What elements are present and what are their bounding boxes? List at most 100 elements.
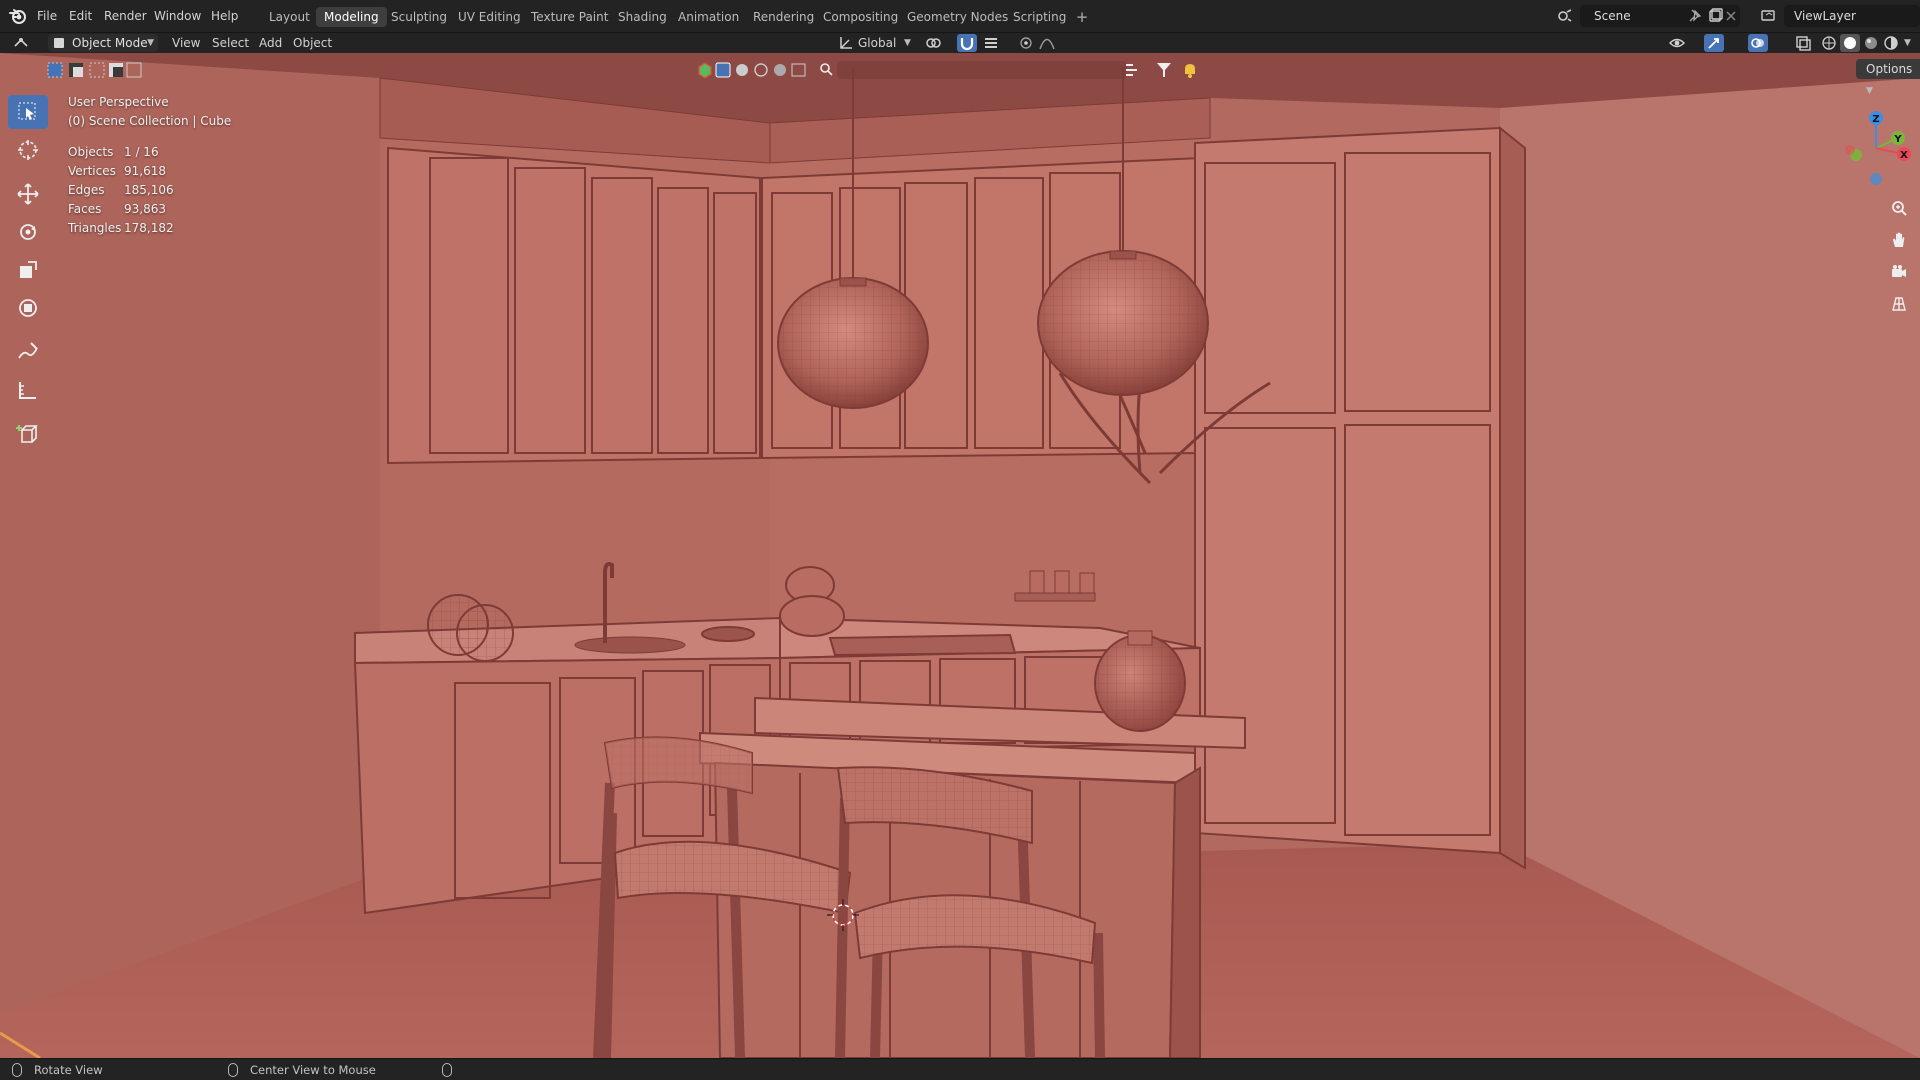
perspective-toggle-button[interactable]	[1886, 291, 1912, 317]
grid-icon	[1892, 297, 1906, 311]
stat-label: Vertices	[68, 164, 116, 178]
status-bar: Rotate View Center View to Mouse	[0, 1058, 1920, 1080]
tool-cursor[interactable]	[8, 133, 48, 167]
selection-mode-icons[interactable]	[47, 61, 142, 79]
menu-help[interactable]: Help	[211, 0, 238, 33]
view-perspective-label: User Perspective	[68, 95, 169, 109]
chevron-down-icon: ▼	[147, 38, 154, 48]
axis-y-label: Y	[1893, 134, 1902, 145]
tool-transform[interactable]	[8, 291, 48, 325]
3d-viewport[interactable]: Options ▼ User Perspective (0) Scene Col…	[0, 53, 1920, 1058]
tab-animation[interactable]: Animation	[670, 7, 747, 27]
kitchen-scene	[0, 53, 1920, 1058]
xray-icon[interactable]	[1794, 34, 1812, 52]
axis-x-label: X	[1900, 150, 1908, 161]
tab-texture-paint[interactable]: Texture Paint	[523, 7, 616, 27]
mode-selector[interactable]: Object Mode ▼	[48, 34, 158, 52]
visibility-icon[interactable]	[1668, 34, 1686, 52]
tab-rendering[interactable]: Rendering	[745, 7, 822, 27]
tool-scale[interactable]	[8, 253, 48, 287]
object-type-visibility-icons[interactable]	[697, 61, 807, 79]
tab-layout[interactable]: Layout	[261, 7, 318, 27]
zoom-button[interactable]	[1886, 195, 1912, 221]
menu-file[interactable]: File	[37, 0, 57, 33]
stat-label: Edges	[68, 183, 105, 197]
viewport-statistics: User Perspective (0) Scene Collection | …	[68, 93, 231, 238]
tool-measure[interactable]	[8, 373, 48, 407]
stat-value: 185,106	[124, 183, 174, 197]
pivot-icon[interactable]	[924, 34, 942, 52]
overlays-toggle[interactable]	[1748, 34, 1768, 52]
solid-shading-toggle[interactable]	[1840, 34, 1860, 52]
add-cube-icon	[16, 425, 38, 443]
zoom-icon	[1892, 201, 1907, 216]
snap-target-icon[interactable]	[982, 34, 1000, 52]
tab-compositing[interactable]: Compositing	[815, 7, 906, 27]
mouse-right-icon	[442, 1063, 452, 1077]
mode-label: Object Mode	[72, 36, 148, 50]
stat-value: 178,182	[124, 221, 174, 235]
notification-icon[interactable]	[1181, 61, 1199, 79]
pin-icon[interactable]	[1686, 7, 1704, 25]
menu-add[interactable]: Add	[259, 33, 282, 53]
cursor-icon	[18, 140, 38, 160]
stat-label: Triangles	[68, 221, 122, 235]
camera-view-button[interactable]	[1886, 259, 1912, 285]
stat-faces: Faces 93,863	[68, 200, 231, 219]
close-icon[interactable]	[1722, 7, 1740, 25]
options-button[interactable]: Options ▼	[1856, 59, 1920, 96]
active-collection-label: (0) Scene Collection | Cube	[68, 114, 232, 128]
tab-geometry-nodes[interactable]: Geometry Nodes	[899, 7, 1016, 27]
blender-logo-icon[interactable]	[8, 6, 28, 26]
filter-mode-icon[interactable]	[1123, 61, 1143, 79]
gizmo-toggle[interactable]	[1704, 34, 1724, 52]
tab-modeling[interactable]: Modeling	[316, 7, 387, 27]
scene-name: Scene	[1594, 9, 1631, 23]
scene-selector[interactable]: Scene	[1580, 5, 1740, 27]
tool-rotate[interactable]	[8, 215, 48, 249]
material-shading-icon[interactable]	[1862, 34, 1880, 52]
menu-select[interactable]: Select	[212, 33, 249, 53]
transform-orientation-select[interactable]: Global	[858, 33, 896, 53]
falloff-icon[interactable]	[1038, 34, 1056, 52]
editor-type-icon[interactable]	[12, 34, 30, 52]
stat-vertices: Vertices 91,618	[68, 162, 231, 181]
tool-select-box[interactable]	[8, 95, 48, 129]
hand-icon	[1893, 232, 1905, 247]
tool-add-cube[interactable]	[8, 417, 48, 451]
viewport-tool-row	[697, 59, 1197, 81]
scene-browse-icon[interactable]	[1556, 7, 1574, 25]
rendered-shading-icon[interactable]	[1882, 34, 1900, 52]
wireframe-shading-icon[interactable]	[1820, 34, 1838, 52]
tool-move[interactable]	[8, 177, 48, 211]
sink	[574, 636, 686, 654]
navigation-gizmo[interactable]: Z Y X	[1830, 93, 1920, 203]
stat-value: 91,618	[124, 164, 166, 178]
camera-icon	[1892, 265, 1906, 277]
top-menu-bar: File Edit Render Window Help Layout Mode…	[0, 0, 1920, 33]
snap-toggle[interactable]	[957, 34, 977, 52]
add-workspace-button[interactable]: +	[1073, 7, 1091, 27]
stat-value: 93,863	[124, 202, 166, 216]
view-layer-icon[interactable]	[1760, 7, 1778, 25]
search-input[interactable]	[837, 61, 1127, 79]
tab-shading[interactable]: Shading	[610, 7, 675, 27]
menu-window[interactable]: Window	[154, 0, 201, 33]
view-layer-selector[interactable]: ViewLayer	[1784, 5, 1920, 27]
menu-object[interactable]: Object	[293, 33, 332, 53]
tool-annotate[interactable]	[8, 335, 48, 369]
solid-shading-icon	[1844, 37, 1856, 49]
tab-uv-editing[interactable]: UV Editing	[450, 7, 529, 27]
stat-triangles: Triangles 178,182	[68, 219, 231, 238]
pan-button[interactable]	[1886, 227, 1912, 253]
tab-sculpting[interactable]: Sculpting	[383, 7, 455, 27]
select-box-icon	[18, 102, 36, 120]
mouse-middle-icon	[228, 1063, 238, 1077]
tab-scripting[interactable]: Scripting	[1005, 7, 1074, 27]
stat-label: Faces	[68, 202, 102, 216]
menu-view[interactable]: View	[172, 33, 200, 53]
proportional-edit-icon[interactable]	[1017, 34, 1035, 52]
menu-edit[interactable]: Edit	[69, 0, 92, 33]
menu-render[interactable]: Render	[104, 0, 147, 33]
filter-icon[interactable]	[1155, 61, 1173, 79]
